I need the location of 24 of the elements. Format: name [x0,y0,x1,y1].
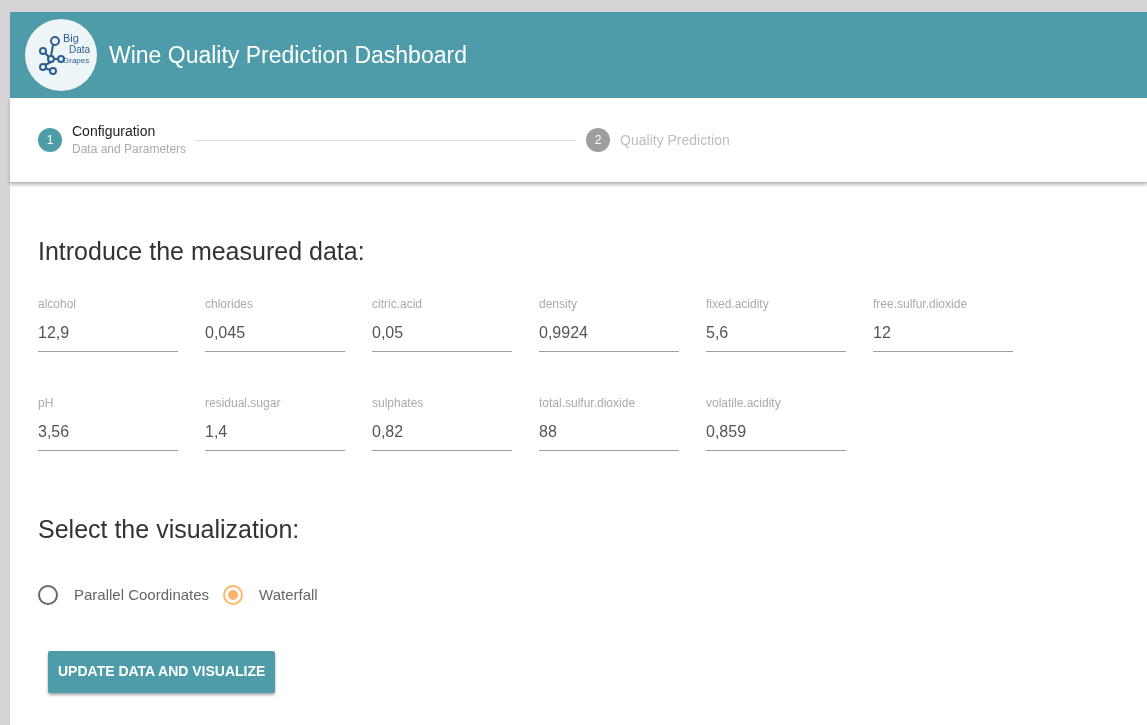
input-field[interactable]: pH 3,56 [38,393,178,451]
logo-text: Big [63,33,79,44]
input-field[interactable]: volatile.acidity 0,859 [706,393,846,451]
step-number: 1 [38,128,62,152]
step-label: Quality Prediction [620,131,730,149]
section-heading: Introduce the measured data: [38,236,366,267]
input-field[interactable]: density 0,9924 [539,294,679,352]
step-sublabel: Data and Parameters [72,141,187,158]
step-number: 2 [586,128,611,152]
input-field[interactable]: alcohol 12,9 [38,294,178,352]
logo-text: Data [69,45,91,55]
input-field[interactable]: total.sulfur.dioxide 88 [539,393,679,451]
input-field[interactable]: free.sulfur.dioxide 12 [873,294,1013,352]
input-field[interactable]: chlorides 0,045 [205,294,345,352]
logo-text: Grapes [63,57,90,65]
step-label: Configuration [72,122,157,140]
input-field[interactable]: citric.acid 0,05 [372,294,512,352]
input-field[interactable]: fixed.acidity 5,6 [706,294,846,352]
radio-option[interactable]: Parallel Coordinates [38,584,210,607]
section-heading: Select the visualization: [38,513,301,545]
input-field[interactable]: residual.sugar 1,4 [205,393,345,451]
radio-option[interactable]: Waterfall [223,584,318,607]
input-field[interactable]: sulphates 0,82 [372,393,512,451]
app-title: Wine Quality Prediction Dashboard [109,40,467,70]
